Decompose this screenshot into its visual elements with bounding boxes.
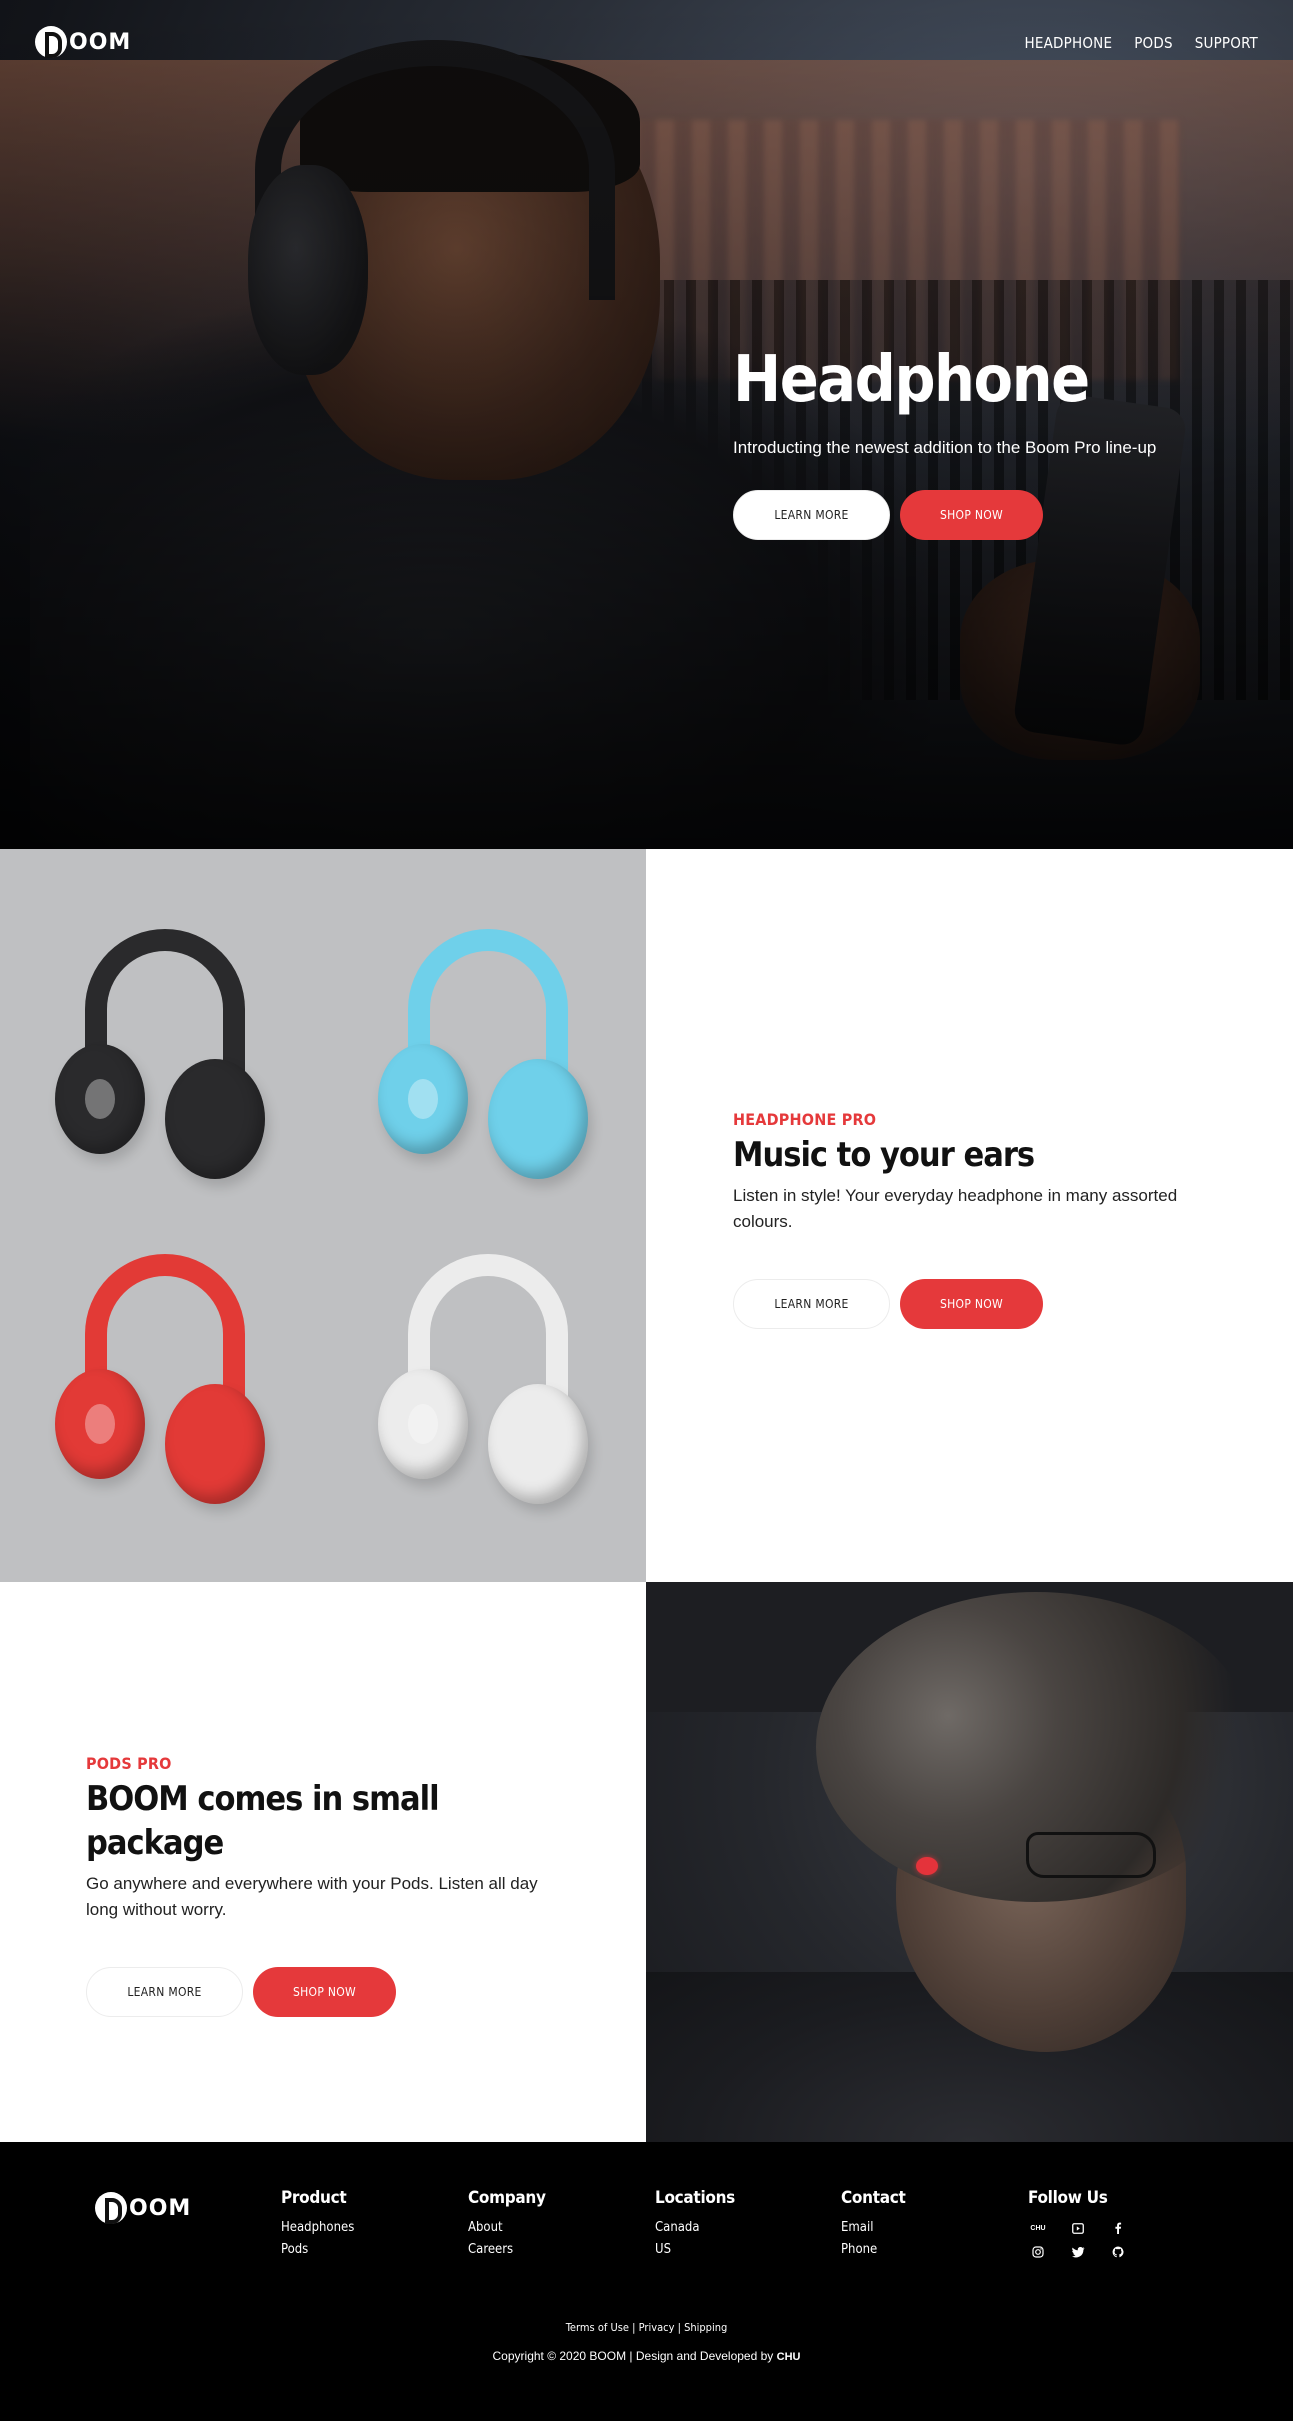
headphone-pro-description: Listen in style! Your everyday headphone… — [733, 1186, 1178, 1231]
footer-legal-links: Terms of Use | Privacy | Shipping — [0, 2321, 1293, 2334]
facebook-icon[interactable] — [1108, 2220, 1128, 2236]
hero-title: Headphone — [733, 343, 1090, 417]
footer-copyright: Copyright © 2020 BOOM | Design and Devel… — [0, 2349, 1293, 2363]
chu-icon[interactable]: CHU — [1028, 2220, 1048, 2236]
footer-link-headphones[interactable]: Headphones — [281, 2220, 441, 2235]
footer-column-title: Company — [468, 2188, 546, 2208]
headphone-pro-eyebrow: HEADPHONE PRO — [733, 1110, 877, 1129]
footer-column-title: Product — [281, 2188, 347, 2208]
pods-person-image — [646, 1582, 1293, 2142]
headphone-pro-copy: HEADPHONE PRO Music to your ears Listen … — [733, 1110, 1213, 1329]
boom-logo-icon — [35, 26, 67, 58]
pods-pro-shop-now-button[interactable]: SHOP NOW — [253, 1967, 396, 2017]
headphone-colors-image — [0, 849, 646, 1582]
legal-separator: | — [674, 2321, 685, 2334]
social-icons: CHU — [1028, 2220, 1188, 2260]
main-nav: HEADPHONE PODS SUPPORT — [1025, 34, 1258, 52]
pods-pro-eyebrow: PODS PRO — [86, 1754, 172, 1773]
hero-buttons: LEARN MORE SHOP NOW — [733, 490, 1156, 540]
footer-link-canada[interactable]: Canada — [655, 2220, 815, 2235]
footer-column-locations: Locations Canada US — [655, 2188, 815, 2257]
headphone-pro-learn-more-button[interactable]: LEARN MORE — [733, 1279, 890, 1329]
pods-pro-learn-more-button[interactable]: LEARN MORE — [86, 1967, 243, 2017]
footer-column-title: Locations — [655, 2188, 735, 2208]
nav-item-headphone[interactable]: HEADPHONE — [1025, 34, 1113, 52]
footer-link-us[interactable]: US — [655, 2242, 815, 2257]
nav-item-support[interactable]: SUPPORT — [1195, 34, 1258, 52]
boom-logo-icon — [95, 2192, 127, 2224]
twitter-icon[interactable] — [1068, 2244, 1088, 2260]
headphone-blue-image — [378, 929, 598, 1179]
footer-column-contact: Contact Email Phone — [841, 2188, 1001, 2257]
github-icon[interactable] — [1108, 2244, 1128, 2260]
headphone-pro-title: Music to your ears — [733, 1135, 1035, 1175]
privacy-link[interactable]: Privacy — [639, 2321, 675, 2334]
headphone-pro-section: HEADPHONE PRO Music to your ears Listen … — [0, 849, 1293, 1582]
footer-link-phone[interactable]: Phone — [841, 2242, 1001, 2257]
footer-column-follow: Follow Us CHU — [1028, 2188, 1188, 2260]
hero-subtitle: Introducting the newest addition to the … — [733, 438, 1157, 457]
footer-link-about[interactable]: About — [468, 2220, 628, 2235]
brand-logo[interactable]: OOM — [35, 26, 131, 58]
terms-link[interactable]: Terms of Use — [566, 2321, 629, 2334]
footer: OOM Product Headphones Pods Company Abou… — [0, 2142, 1293, 2421]
headphone-pro-shop-now-button[interactable]: SHOP NOW — [900, 1279, 1043, 1329]
developer-mark[interactable]: CHU — [777, 2351, 801, 2363]
brand-logo-text: OOM — [69, 29, 132, 55]
footer-logo-text: OOM — [129, 2195, 192, 2221]
footer-link-careers[interactable]: Careers — [468, 2242, 628, 2257]
headphone-white-image — [378, 1254, 598, 1504]
instagram-icon[interactable] — [1028, 2244, 1048, 2260]
footer-column-company: Company About Careers — [468, 2188, 628, 2257]
hero-section: OOM HEADPHONE PODS SUPPORT Headphone Int… — [0, 0, 1293, 849]
footer-logo[interactable]: OOM — [95, 2192, 191, 2224]
earbud-image — [916, 1857, 938, 1875]
pods-pro-section: PODS PRO BOOM comes in small package Go … — [0, 1582, 1293, 2142]
shipping-link[interactable]: Shipping — [684, 2321, 727, 2334]
headphone-black-image — [55, 929, 275, 1179]
headphone-pro-buttons: LEARN MORE SHOP NOW — [733, 1279, 1213, 1329]
footer-link-pods[interactable]: Pods — [281, 2242, 441, 2257]
hero-copy: Headphone Introducting the newest additi… — [733, 344, 1156, 540]
pods-pro-copy: PODS PRO BOOM comes in small package Go … — [86, 1754, 566, 2017]
pods-pro-description: Go anywhere and everywhere with your Pod… — [86, 1874, 538, 1919]
footer-link-email[interactable]: Email — [841, 2220, 1001, 2235]
footer-column-title: Contact — [841, 2188, 906, 2208]
youtube-icon[interactable] — [1068, 2220, 1088, 2236]
pods-pro-title: BOOM comes in small package — [86, 1779, 440, 1863]
footer-follow-title: Follow Us — [1028, 2188, 1108, 2208]
nav-item-pods[interactable]: PODS — [1134, 34, 1173, 52]
pods-pro-buttons: LEARN MORE SHOP NOW — [86, 1967, 566, 2017]
copyright-text: Copyright © 2020 BOOM | Design and Devel… — [492, 2349, 774, 2363]
footer-column-product: Product Headphones Pods — [281, 2188, 441, 2257]
headphone-red-image — [55, 1254, 275, 1504]
hero-shop-now-button[interactable]: SHOP NOW — [900, 490, 1043, 540]
legal-separator: | — [629, 2321, 639, 2334]
hero-learn-more-button[interactable]: LEARN MORE — [733, 490, 890, 540]
